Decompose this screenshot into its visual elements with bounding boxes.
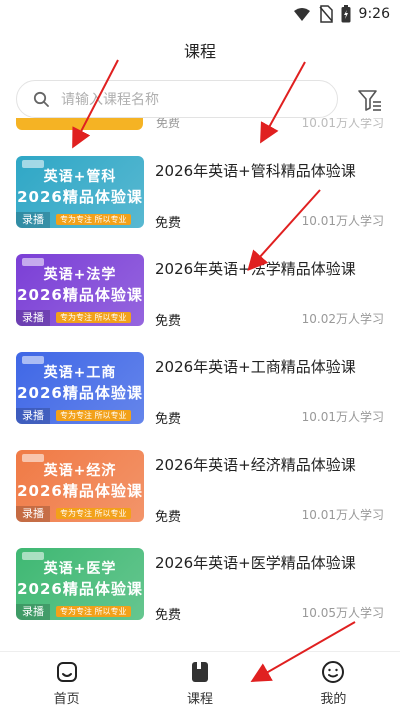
course-title[interactable]: 2026年英语+工商精品体验课 xyxy=(155,356,356,377)
profile-icon xyxy=(322,661,345,683)
tab-course-label: 课程 xyxy=(186,692,213,707)
course-card[interactable]: 英语+法学 2026精品体验课 录播 专为专注 所以专业 2026年英语+法学精… xyxy=(0,254,400,338)
search-input[interactable] xyxy=(59,87,323,113)
tab-course[interactable]: 课程 xyxy=(133,652,266,711)
course-card[interactable]: 英语+管科 2026精品体验课 录播 专为专注 所以专业 2026年英语+管科精… xyxy=(0,156,400,240)
tab-home-label: 首页 xyxy=(53,692,80,707)
status-time: 9:26 xyxy=(358,6,390,22)
course-thumbnail[interactable]: 英语+经济 2026精品体验课 录播 专为专注 所以专业 xyxy=(16,450,144,522)
thumbnail-slogan: 专为专注 所以专业 xyxy=(56,410,131,421)
course-title[interactable]: 2026年英语+经济精品体验课 xyxy=(155,454,356,475)
tab-home[interactable]: 首页 xyxy=(0,652,133,711)
thumbnail-headline: 2026精品体验课 xyxy=(17,482,143,500)
thumbnail-subject: 英语+经济 xyxy=(43,463,117,479)
thumbnail-slogan: 专为专注 所以专业 xyxy=(56,508,131,519)
wifi-icon xyxy=(293,8,310,21)
course-card[interactable]: 英语+经济 2026精品体验课 录播 专为专注 所以专业 2026年英语+经济精… xyxy=(0,450,400,534)
course-learner-count: 10.05万人学习 xyxy=(301,606,384,620)
thumbnail-slogan: 专为专注 所以专业 xyxy=(56,312,131,323)
thumbnail-subject: 英语+医学 xyxy=(43,561,117,577)
search-box[interactable] xyxy=(16,80,338,118)
tab-profile-label: 我的 xyxy=(320,692,347,707)
course-card[interactable]: 英语+工商 2026精品体验课 录播 专为专注 所以专业 2026年英语+工商精… xyxy=(0,352,400,436)
thumbnail-headline: 2026精品体验课 xyxy=(17,384,143,402)
course-title[interactable]: 2026年英语+医学精品体验课 xyxy=(155,552,356,573)
thumbnail-subject: 英语+管科 xyxy=(43,169,117,185)
battery-icon xyxy=(341,5,351,23)
tab-profile[interactable]: 我的 xyxy=(267,652,400,711)
search-icon xyxy=(33,91,49,107)
course-price: 免费 xyxy=(155,510,182,525)
course-price: 免费 xyxy=(155,216,182,231)
course-learner-count: 10.01万人学习 xyxy=(301,410,384,424)
recorded-badge: 录播 xyxy=(16,310,50,326)
course-learner-count: 10.01万人学习 xyxy=(301,214,384,228)
partial-course-thumbnail[interactable] xyxy=(16,118,143,130)
thumbnail-headline: 2026精品体验课 xyxy=(17,580,143,598)
filter-icon[interactable] xyxy=(356,86,384,114)
course-thumbnail[interactable]: 英语+法学 2026精品体验课 录播 专为专注 所以专业 xyxy=(16,254,144,326)
course-price: 免费 xyxy=(155,412,182,427)
no-sim-icon xyxy=(318,5,333,23)
page-title: 课程 xyxy=(183,42,216,61)
course-price: 免费 xyxy=(155,314,182,329)
recorded-badge: 录播 xyxy=(16,212,50,228)
course-title[interactable]: 2026年英语+管科精品体验课 xyxy=(155,160,356,181)
partial-course-count: 10.01万人学习 xyxy=(301,118,384,130)
partial-course-price: 免费 xyxy=(156,118,181,130)
course-learner-count: 10.02万人学习 xyxy=(301,312,384,326)
recorded-badge: 录播 xyxy=(16,408,50,424)
thumbnail-slogan: 专为专注 所以专业 xyxy=(56,606,131,617)
thumbnail-headline: 2026精品体验课 xyxy=(17,188,143,206)
home-icon xyxy=(56,662,77,682)
course-thumbnail[interactable]: 英语+工商 2026精品体验课 录播 专为专注 所以专业 xyxy=(16,352,144,424)
course-thumbnail[interactable]: 英语+管科 2026精品体验课 录播 专为专注 所以专业 xyxy=(16,156,144,228)
course-card[interactable]: 英语+医学 2026精品体验课 录播 专为专注 所以专业 2026年英语+医学精… xyxy=(0,548,400,632)
course-thumbnail[interactable]: 英语+医学 2026精品体验课 录播 专为专注 所以专业 xyxy=(16,548,144,620)
recorded-badge: 录播 xyxy=(16,506,50,522)
course-list[interactable]: 免费 10.01万人学习 英语+管科 2026精品体验课 录播 专为专注 所以专… xyxy=(0,118,400,652)
status-bar: 9:26 xyxy=(0,0,400,28)
recorded-badge: 录播 xyxy=(16,604,50,620)
thumbnail-subject: 英语+法学 xyxy=(43,267,117,283)
status-icons: 9:26 xyxy=(293,5,390,23)
thumbnail-headline: 2026精品体验课 xyxy=(17,286,143,304)
thumbnail-slogan: 专为专注 所以专业 xyxy=(56,214,131,225)
course-title[interactable]: 2026年英语+法学精品体验课 xyxy=(155,258,356,279)
search-row xyxy=(16,80,384,118)
tab-bar: 首页 课程 我的 xyxy=(0,651,400,711)
course-learner-count: 10.01万人学习 xyxy=(301,508,384,522)
course-price: 免费 xyxy=(155,608,182,623)
course-icon xyxy=(191,662,208,682)
thumbnail-subject: 英语+工商 xyxy=(43,365,117,381)
